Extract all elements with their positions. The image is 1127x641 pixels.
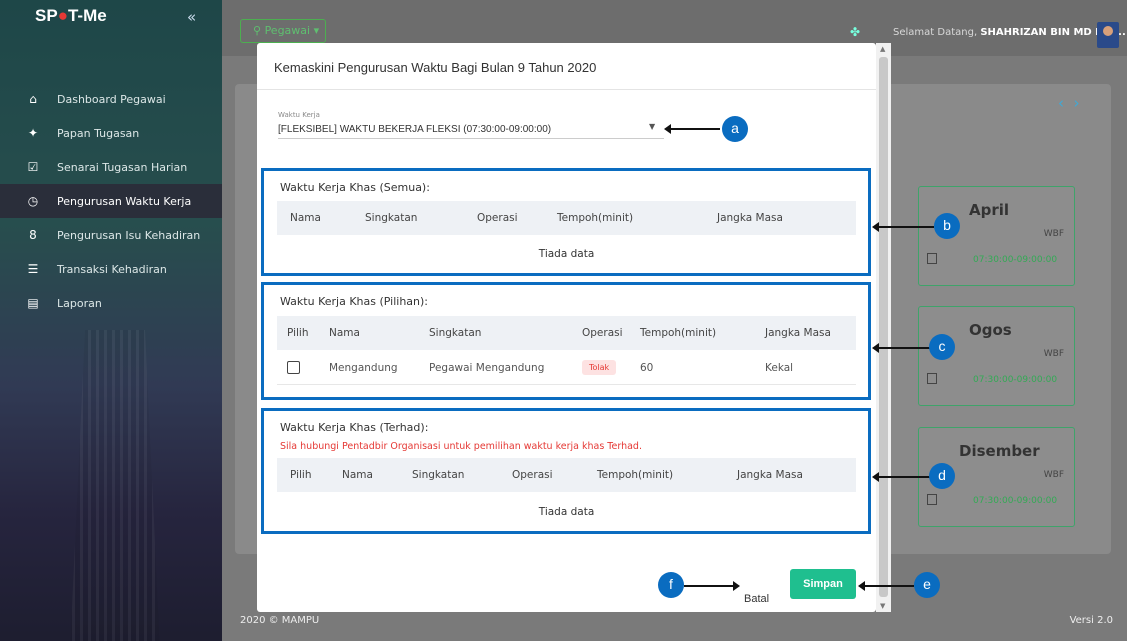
modal-scrollbar[interactable]: ▲ ▼ [876, 43, 891, 612]
sidebar-item-transaksi-kehadiran[interactable]: ☰ Transaksi Kehadiran [0, 252, 222, 286]
annotation-marker-c: c [929, 334, 955, 360]
waktu-kerja-select[interactable]: [FLEKSIBEL] WAKTU BEKERJA FLEKSI (07:30:… [278, 124, 664, 135]
annotation-arrow-c [872, 343, 930, 353]
avatar[interactable] [1097, 22, 1119, 48]
collapse-sidebar-icon[interactable]: « [187, 8, 196, 26]
section-title: Waktu Kerja Khas (Pilihan): [280, 295, 429, 308]
annotation-arrow-d [872, 472, 930, 482]
section-title: Waktu Kerja Khas (Semua): [280, 181, 430, 194]
annotation-arrow-e [858, 581, 914, 591]
operasi-badge: Tolak [582, 360, 617, 375]
table-row: Mengandung Pegawai Mengandung Tolak 60 K… [277, 351, 856, 385]
section-title: Waktu Kerja Khas (Terhad): [280, 421, 429, 434]
report-icon: ▤ [27, 296, 39, 310]
empty-state: Tiada data [538, 248, 595, 260]
section-terhad: Waktu Kerja Khas (Terhad): Sila hubungi … [261, 408, 871, 534]
warning-text: Sila hubungi Pentadbir Organisasi untuk … [280, 441, 642, 452]
welcome-text: Selamat Datang, SHAHRIZAN BIN MD RAJ... [893, 27, 1126, 38]
globe-icon[interactable]: ✤ [850, 25, 860, 39]
annotation-arrow-a [664, 124, 720, 134]
calendar-icon [927, 494, 937, 505]
pilih-checkbox[interactable] [287, 361, 300, 374]
annotation-marker-e: e [914, 572, 940, 598]
person-icon: 8 [29, 228, 37, 242]
checklist-icon: ☑ [27, 160, 39, 174]
sidebar: SP●T-Me « ⌂ Dashboard Pegawai ✦ Papan Tuga… [0, 0, 222, 641]
modal-title: Kemaskini Pengurusan Waktu Bagi Bulan 9 … [274, 60, 597, 75]
annotation-arrow-f [684, 581, 740, 591]
chevron-down-icon[interactable]: ▼ [649, 122, 655, 131]
annotation-arrow-b [872, 222, 934, 232]
annotation-marker-f: f [658, 572, 684, 598]
table-header: Nama Singkatan Operasi Tempoh(minit) Jan… [277, 201, 856, 235]
app-logo[interactable]: SP●T-Me [35, 6, 107, 26]
annotation-marker-a: a [722, 116, 748, 142]
month-nav-arrows[interactable]: ‹ › [1058, 94, 1080, 112]
sidebar-item-laporan[interactable]: ▤ Laporan [0, 286, 222, 320]
sidebar-item-pengurusan-waktu-kerja[interactable]: ◷ Pengurusan Waktu Kerja [0, 184, 222, 218]
calendar-icon [927, 373, 937, 384]
pegawai-menu-button[interactable]: ⚲ Pegawai ▾ [240, 19, 326, 43]
sidebar-item-papan-tugasan[interactable]: ✦ Papan Tugasan [0, 116, 222, 150]
table-header: Pilih Nama Singkatan Operasi Tempoh(mini… [277, 316, 856, 350]
home-icon: ⌂ [29, 92, 37, 106]
annotation-marker-d: d [929, 463, 955, 489]
section-semua: Waktu Kerja Khas (Semua): Nama Singkatan… [261, 168, 871, 276]
waktu-kerja-label: Waktu Kerja [278, 111, 320, 119]
section-pilihan: Waktu Kerja Khas (Pilihan): Pilih Nama S… [261, 282, 871, 400]
save-button[interactable]: Simpan [790, 569, 856, 599]
sidebar-item-isu-kehadiran[interactable]: 8 Pengurusan Isu Kehadiran [0, 218, 222, 252]
annotation-marker-b: b [934, 213, 960, 239]
edit-work-time-modal: Kemaskini Pengurusan Waktu Bagi Bulan 9 … [257, 43, 876, 612]
calendar-icon [927, 253, 937, 264]
scroll-down-icon[interactable]: ▼ [880, 602, 885, 610]
list-icon: ☰ [27, 262, 39, 276]
puzzle-icon: ✦ [27, 126, 39, 140]
person-icon: ⚲ [253, 24, 265, 37]
sidebar-item-senarai-tugasan[interactable]: ☑ Senarai Tugasan Harian [0, 150, 222, 184]
table-header: Pilih Nama Singkatan Operasi Tempoh(mini… [277, 458, 856, 492]
cancel-button[interactable]: Batal [744, 593, 769, 605]
clock-icon: ◷ [27, 194, 39, 208]
sidebar-nav: ⌂ Dashboard Pegawai ✦ Papan Tugasan ☑ Senar… [0, 82, 222, 320]
empty-state: Tiada data [538, 506, 595, 518]
sidebar-item-dashboard[interactable]: ⌂ Dashboard Pegawai [0, 82, 222, 116]
scroll-up-icon[interactable]: ▲ [880, 45, 885, 53]
